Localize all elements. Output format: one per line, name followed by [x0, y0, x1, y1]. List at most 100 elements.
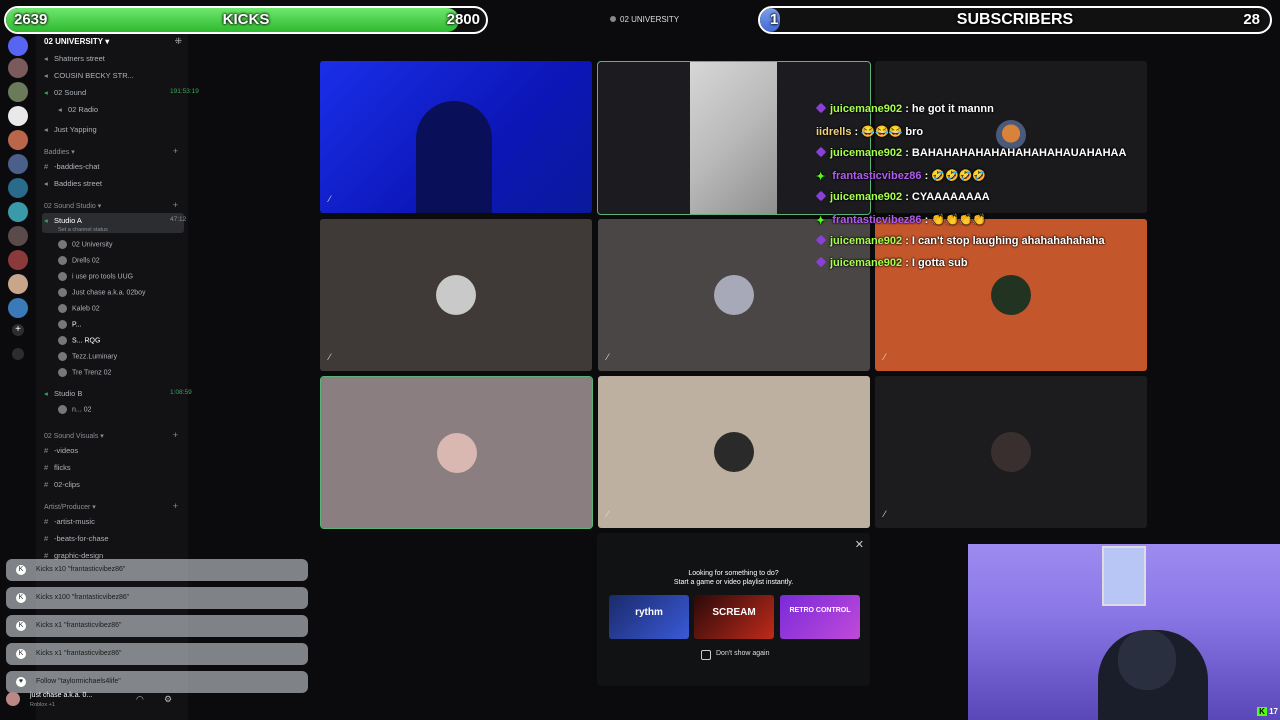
guild-icon[interactable]: [8, 202, 28, 222]
close-icon[interactable]: ✕: [855, 538, 864, 551]
avatar: [58, 352, 67, 361]
guild-icon[interactable]: [8, 226, 28, 246]
server-emblem-icon: [996, 120, 1026, 150]
home-icon[interactable]: [8, 36, 28, 56]
channel-status[interactable]: Set a channel status: [58, 227, 108, 233]
video-tile[interactable]: [320, 376, 593, 529]
category-artist[interactable]: Artist/Producer ▾: [44, 503, 96, 511]
avatar: [436, 275, 476, 315]
activity-retro-control[interactable]: RETRO CONTROL: [780, 595, 860, 639]
mic-muted-icon: ⁄: [329, 352, 331, 362]
voice-member[interactable]: Drells 02: [58, 256, 100, 265]
guild-icon[interactable]: [8, 58, 28, 78]
hash-icon: #: [44, 534, 49, 543]
guild-icon[interactable]: [8, 250, 28, 270]
voice-channel-studio-a[interactable]: ◂ Studio A 47:12: [44, 216, 186, 225]
subscriber-badge-icon: [815, 102, 827, 114]
text-channel[interactable]: # -beats-for-chase: [44, 534, 109, 543]
category-baddies[interactable]: Baddies ▾: [44, 148, 75, 156]
hash-icon: #: [44, 446, 49, 455]
kick-badge-icon: ✦: [816, 215, 826, 227]
subscriber-badge-icon: [815, 256, 827, 268]
server-dot-icon: [610, 16, 616, 22]
guild-icon[interactable]: [8, 82, 28, 102]
activity-scream[interactable]: SCREAM: [694, 595, 774, 639]
kick-logo-icon: K: [1257, 707, 1267, 716]
activity-suggestion-card: ✕ Looking for something to do? Start a g…: [597, 533, 870, 686]
guild-icon[interactable]: [8, 130, 28, 150]
chat-message: iidrells : 😂😂😂 bro: [816, 126, 924, 138]
video-tile[interactable]: ⁄: [875, 376, 1147, 528]
voice-member[interactable]: Just chase a.k.a. 02boy: [58, 288, 146, 297]
subscriber-badge-icon: [815, 234, 827, 246]
activity-subtitle: Start a game or video playlist instantly…: [673, 579, 794, 586]
webcam-person: [416, 101, 492, 213]
text-channel[interactable]: # -baddies-chat: [44, 162, 99, 171]
voice-member[interactable]: Kaleb 02: [58, 304, 100, 313]
add-channel-icon[interactable]: +: [173, 200, 178, 210]
voice-member[interactable]: 02 University: [58, 240, 112, 249]
kick-icon: K: [16, 621, 26, 631]
video-tile[interactable]: ⁄: [320, 61, 592, 213]
kick-alert: K Kicks x100 "frantasticvibez86": [6, 587, 308, 609]
guild-icon[interactable]: [8, 178, 28, 198]
activity-rythm[interactable]: rythm: [609, 595, 689, 639]
voice-channel[interactable]: ◂ Shatners street: [44, 54, 105, 63]
speaker-icon: ◂: [44, 389, 48, 398]
avatar: [437, 433, 477, 473]
kicks-goal-bar: 2639 KICKS 2800: [4, 6, 488, 34]
voice-channel[interactable]: ◂ COUSIN BECKY STR...: [44, 71, 134, 80]
explore-icon[interactable]: [12, 348, 24, 360]
server-name-header[interactable]: 02 UNIVERSITY ▾: [44, 37, 109, 46]
avatar: [6, 692, 20, 706]
mic-muted-icon: ⁄: [884, 509, 886, 519]
guild-icon[interactable]: [8, 298, 28, 318]
hash-icon: #: [44, 517, 49, 526]
voice-channel[interactable]: ◂ 02 Sound 191:53:19: [44, 88, 199, 97]
video-tile[interactable]: ⁄: [320, 219, 592, 371]
guild-icon[interactable]: [8, 106, 28, 126]
voice-member[interactable]: S... RQG: [58, 336, 100, 345]
voice-member[interactable]: i use pro tools UUG: [58, 272, 133, 281]
add-channel-icon[interactable]: +: [173, 430, 178, 440]
hash-icon: #: [44, 480, 49, 489]
settings-gear-icon[interactable]: ⚙: [164, 694, 172, 705]
add-channel-icon[interactable]: +: [173, 501, 178, 511]
text-channel[interactable]: #02-clips: [44, 480, 80, 489]
dont-show-again-checkbox[interactable]: [701, 650, 711, 660]
voice-member[interactable]: P...: [58, 320, 82, 329]
kick-alert: K Kicks x1 "frantasticvibez86": [6, 643, 308, 665]
voice-member[interactable]: n... 02: [58, 405, 91, 414]
user-panel[interactable]: just chase a.k.a. 0... Roblox +1 ◠ ⚙: [6, 692, 186, 714]
mic-muted-icon: ⁄: [607, 509, 609, 519]
headphones-icon[interactable]: ◠: [136, 694, 144, 705]
avatar: [58, 405, 67, 414]
kicks-goal: 2800: [446, 11, 480, 28]
streamer-webcam: K 17: [968, 544, 1280, 720]
text-channel[interactable]: # flicks: [44, 463, 71, 472]
avatar: [58, 256, 67, 265]
voice-channel-studio-b[interactable]: ◂ Studio B 1:08:59: [44, 389, 192, 398]
speaker-icon: ◂: [44, 54, 48, 63]
voice-member[interactable]: Tre Trenz 02: [58, 368, 111, 377]
activity-title: Looking for something to do?: [688, 570, 779, 577]
guild-icon[interactable]: [8, 154, 28, 174]
video-tile[interactable]: ⁄: [598, 376, 870, 528]
category-studio[interactable]: 02 Sound Studio ▾: [44, 202, 101, 210]
add-server-icon[interactable]: +: [12, 324, 24, 336]
voice-channel[interactable]: ◂ Just Yapping: [44, 125, 97, 134]
text-channel[interactable]: # -artist-music: [44, 517, 95, 526]
text-channel[interactable]: # -videos: [44, 446, 78, 455]
add-channel-icon[interactable]: +: [173, 146, 178, 156]
voice-member[interactable]: Tezz.Luminary: [58, 352, 117, 361]
follow-alert: ♥ Follow "taylormichaels4life": [6, 671, 308, 693]
kick-alert: K Kicks x10 "frantasticvibez86": [6, 559, 308, 581]
heart-icon: ♥: [16, 677, 26, 687]
category-visuals[interactable]: 02 Sound Visuals ▾: [44, 432, 104, 440]
invite-icon[interactable]: ⁜: [174, 36, 182, 47]
voice-channel[interactable]: ◂ 02 Radio: [58, 105, 98, 114]
avatar: [714, 275, 754, 315]
chat-message: juicemane902 : CYAAAAAAAA: [815, 190, 990, 203]
guild-icon[interactable]: [8, 274, 28, 294]
voice-channel[interactable]: ◂ Baddies street: [44, 179, 102, 188]
